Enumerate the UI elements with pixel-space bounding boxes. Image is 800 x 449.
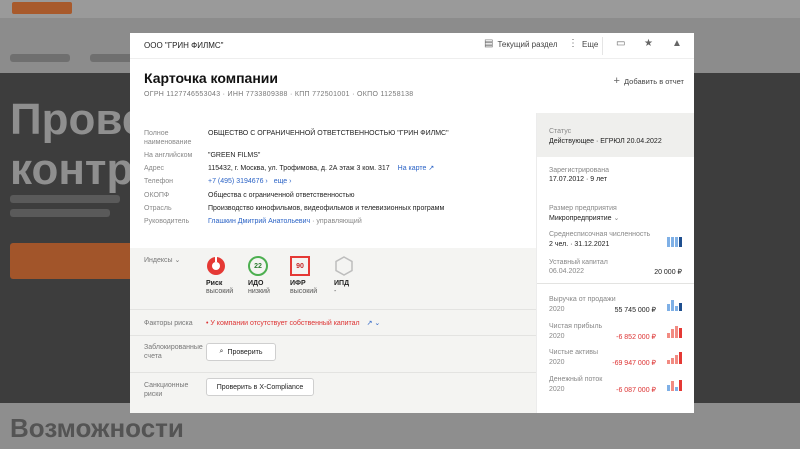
favorite-button[interactable]: ★: [644, 39, 653, 49]
chevron-right-icon: ›: [265, 178, 268, 185]
search-icon: ⌕: [219, 348, 224, 355]
head-name-link[interactable]: Глашкин Дмитрий Анатольевич: [208, 218, 310, 225]
external-link-icon: ↗: [428, 165, 435, 172]
profit-sparkline: [667, 326, 682, 338]
phone-link[interactable]: +7 (495) 3194676: [208, 178, 263, 185]
status-value: Действующее · ЕГРЮЛ 20.04.2022: [549, 138, 662, 145]
company-card-modal: ООО "ГРИН ФИЛМС" ▤ Текущий раздел ⋮ Еще …: [130, 33, 694, 413]
size-dropdown[interactable]: Микропредприятие ⌄: [549, 214, 619, 222]
status-box: Статус Действующее · ЕГРЮЛ 20.04.2022: [537, 113, 694, 157]
index-ifr[interactable]: 90 ИФР высокий: [290, 256, 330, 295]
bg-bottom-title: Возможности: [10, 413, 184, 443]
bg-hero-title: Прове контр: [10, 95, 147, 194]
risk-factors-label: Факторы риска: [144, 320, 193, 327]
assets-sparkline: [667, 352, 682, 364]
notifications-button[interactable]: ▲: [672, 39, 682, 49]
modal-topbar: ООО "ГРИН ФИЛМС" ▤ Текущий раздел ⋮ Еще …: [130, 33, 694, 59]
chevron-down-icon: ⌄: [174, 257, 181, 264]
row-phone: Телефон +7 (495) 3194676 › еще ›: [144, 178, 292, 185]
sanctions-label: Санкционные риски: [144, 382, 189, 398]
row-industry: Отрасль Производство кинофильмов, видеоф…: [144, 205, 445, 212]
row-full-name: Полное наименование ОБЩЕСТВО С ОГРАНИЧЕН…: [144, 130, 449, 146]
cashflow-sparkline: [667, 379, 682, 391]
row-english-name: На английском "GREEN FILMS": [144, 152, 261, 159]
page-title: Карточка компании: [144, 70, 279, 86]
chevron-right-icon: ›: [289, 178, 292, 185]
company-info: Полное наименование ОБЩЕСТВО С ОГРАНИЧЕН…: [130, 113, 536, 413]
chevron-down-icon: ⌄: [374, 320, 381, 327]
headcount-sparkline: [667, 235, 682, 247]
ido-score-badge: 22: [248, 256, 268, 276]
bg-logo: [12, 2, 72, 14]
current-section-button[interactable]: ▤ Текущий раздел: [484, 39, 558, 49]
row-head: Руководитель Глашкин Дмитрий Анатольевич…: [144, 218, 362, 225]
revenue-sparkline: [667, 299, 682, 311]
inbox-button[interactable]: ▭: [616, 39, 625, 49]
bg-topbar: [0, 0, 800, 18]
indices-toggle[interactable]: Индексы ⌄: [144, 256, 180, 265]
external-link-icon: ↗: [366, 320, 373, 327]
risk-factor-item[interactable]: • У компании отсутствует собственный кап…: [206, 319, 380, 327]
ifr-score-badge: 90: [290, 256, 310, 276]
company-ids: ОГРН 1127746553043 · ИНН 7733809388 · КП…: [144, 91, 414, 98]
row-address: Адрес 115432, г. Москва, ул. Трофимова, …: [144, 165, 435, 172]
bell-icon: ▲: [672, 38, 682, 49]
inbox-icon: ▭: [616, 38, 626, 49]
on-map-link[interactable]: На карте: [398, 165, 427, 172]
add-to-report-button[interactable]: + Добавить в отчет: [614, 75, 684, 87]
index-ipd[interactable]: ИПД -: [334, 256, 374, 295]
chevron-down-icon: ⌄: [613, 215, 620, 222]
org-short-name: ООО "ГРИН ФИЛМС": [144, 41, 224, 50]
row-okopf: ОКОПФ Общества с ограниченной ответствен…: [144, 192, 355, 199]
index-ido[interactable]: 22 ИДО низкий: [248, 256, 288, 295]
check-blocked-accounts-button[interactable]: ⌕ Проверить: [206, 343, 276, 361]
index-risk[interactable]: Риск высокий: [206, 256, 246, 295]
print-icon: ▤: [484, 38, 494, 49]
phone-more-link[interactable]: еще: [274, 178, 287, 185]
star-icon: ★: [644, 38, 653, 49]
bg-hero-button: [10, 243, 134, 279]
blocked-accounts-label: Заблокированные счета: [144, 344, 203, 360]
plus-icon: +: [613, 75, 620, 87]
more-button[interactable]: ⋮ Еще: [568, 39, 598, 49]
company-summary: Статус Действующее · ЕГРЮЛ 20.04.2022 За…: [536, 113, 694, 413]
more-vertical-icon: ⋮: [568, 38, 578, 49]
check-x-compliance-button[interactable]: Проверить в X-Compliance: [206, 378, 314, 396]
hexagon-icon: [334, 256, 354, 276]
risk-gauge-icon: [206, 256, 226, 276]
